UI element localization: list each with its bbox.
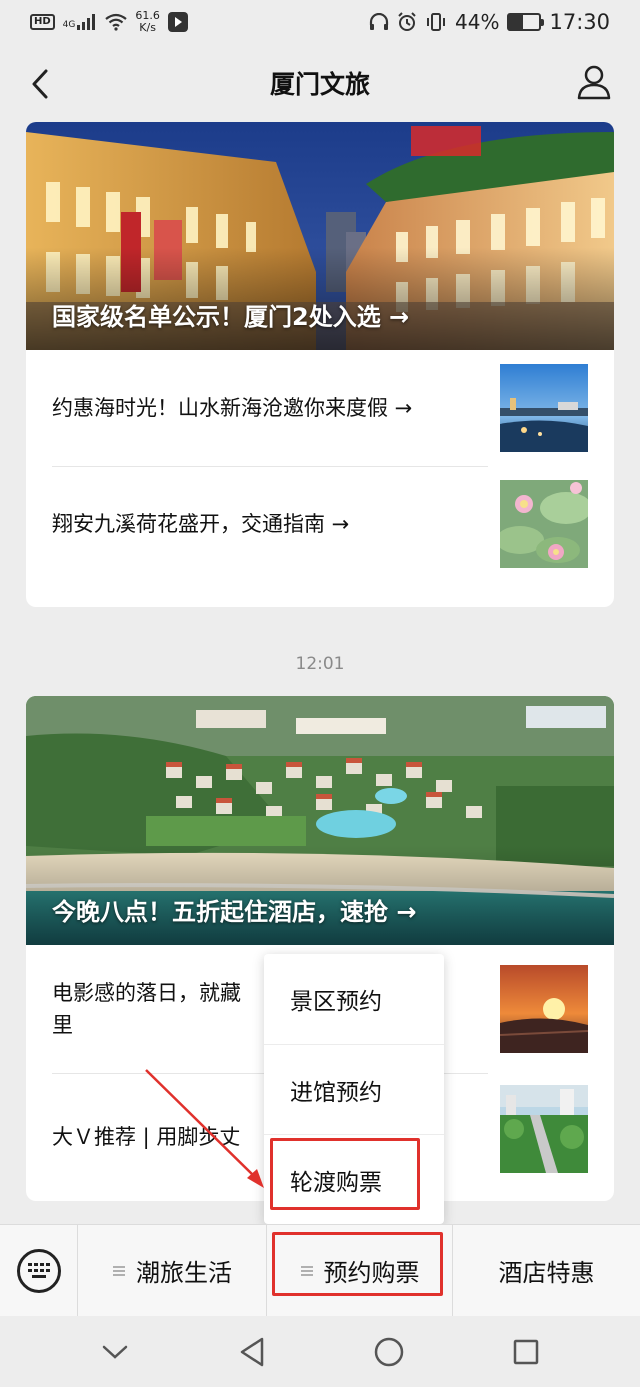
keyboard-icon — [27, 1262, 50, 1278]
menu-lines-icon — [300, 1265, 313, 1276]
menu-tab-booking-tickets[interactable]: 预约购票 — [266, 1224, 452, 1317]
keyboard-toggle-button[interactable] — [0, 1224, 78, 1317]
triangle-back-icon — [240, 1337, 263, 1366]
menu-item-scenic-booking[interactable]: 景区预约 — [264, 954, 444, 1044]
battery-level — [509, 15, 523, 29]
article-title-line2: 里 — [52, 1013, 73, 1037]
page-title: 厦门文旅 — [269, 70, 370, 99]
speed-unit: K/s — [139, 21, 156, 34]
battery-percent: 44% — [455, 10, 500, 34]
menu-lines-icon — [113, 1265, 125, 1276]
nav-back-button[interactable] — [230, 1330, 274, 1374]
article-title: 翔安九溪荷花盛开，交通指南 → — [52, 512, 350, 536]
article-title-start: 电影感的落日，就藏 — [52, 981, 241, 1005]
nav-home-button[interactable] — [367, 1330, 411, 1374]
thumbnail-green-path — [500, 1085, 588, 1173]
menu-item-venue-booking[interactable]: 进馆预约 — [264, 1044, 444, 1134]
message-timestamp: 12:01 — [295, 654, 345, 674]
nav-collapse-button[interactable] — [93, 1330, 137, 1374]
battery-icon — [507, 13, 545, 31]
article-row[interactable]: 约惠海时光！山水新海沧邀你来度假 → — [26, 350, 614, 466]
square-recents-icon — [513, 1339, 538, 1364]
back-button[interactable] — [20, 64, 60, 104]
article-title: 约惠海时光！山水新海沧邀你来度假 → — [52, 396, 413, 420]
alarm-icon — [398, 12, 416, 31]
person-icon — [577, 65, 611, 100]
system-nav-bar — [0, 1316, 640, 1387]
hd-badge: HD — [30, 14, 55, 30]
profile-button[interactable] — [576, 64, 616, 104]
article-row[interactable]: 翔安九溪荷花盛开，交通指南 → — [26, 466, 614, 582]
title-bar: 厦门文旅 — [0, 44, 640, 122]
hero-caption: 今晚八点！五折起住酒店，速抢 → — [52, 898, 417, 926]
vibrate-icon — [427, 13, 446, 31]
circle-home-icon — [374, 1337, 403, 1366]
chevron-down-icon — [102, 1345, 127, 1359]
menu-tab-hotel-deals[interactable]: 酒店特惠 — [452, 1224, 640, 1317]
hero-article-1[interactable]: 国家级名单公示！厦门2处入选 → — [26, 122, 614, 350]
menu-tab-label: 预约购票 — [323, 1259, 420, 1287]
signal-icon: 4G — [63, 14, 98, 30]
network-type: 4G — [62, 20, 76, 30]
thumbnail-bay-night — [500, 364, 588, 452]
clock: 17:30 — [549, 10, 610, 34]
hero-article-2[interactable]: 今晚八点！五折起住酒店，速抢 → — [26, 696, 614, 945]
app-notification-icon — [167, 12, 188, 32]
thumbnail-lotus — [500, 480, 588, 568]
status-bar: HD 4G 61.6 K/s 44% 17:30 — [0, 0, 640, 44]
menu-tab-label: 潮旅生活 — [136, 1259, 232, 1287]
chevron-left-icon — [32, 69, 48, 99]
menu-tab-trend-life[interactable]: 潮旅生活 — [78, 1225, 266, 1317]
menu-item-ferry-ticket[interactable]: 轮渡购票 — [264, 1134, 444, 1224]
article-card-1: 国家级名单公示！厦门2处入选 → 约惠海时光！山水新海沧邀你来度假 → 翔安九溪… — [26, 122, 614, 607]
menu-tab-label: 酒店特惠 — [498, 1259, 595, 1287]
bottom-menu-bar: 潮旅生活 预约购票 酒店特惠 — [0, 1224, 640, 1317]
thumbnail-sunset — [500, 965, 588, 1053]
network-speed: 61.6 K/s — [135, 10, 160, 34]
hero-caption: 国家级名单公示！厦门2处入选 → — [52, 303, 410, 331]
wifi-icon — [105, 13, 128, 31]
nav-recents-button[interactable] — [504, 1330, 548, 1374]
submenu-popup: 景区预约 进馆预约 轮渡购票 — [264, 954, 444, 1224]
headphones-icon — [369, 13, 389, 30]
